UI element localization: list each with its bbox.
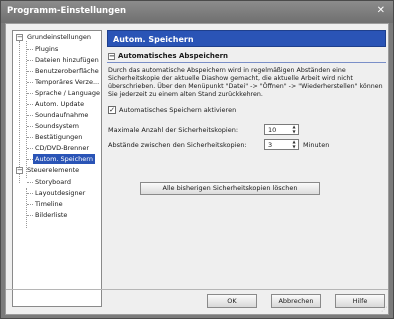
max-copies-value[interactable]: 10	[268, 126, 276, 134]
tree-item-cd-dvd-brenner[interactable]: CD/DVD-Brenner	[33, 143, 91, 153]
panel-header: Autom. Speichern	[107, 30, 386, 47]
tree-item-storyboard[interactable]: Storyboard	[33, 177, 73, 187]
help-button[interactable]: Hilfe	[335, 294, 385, 308]
interval-label: Abstände zwischen den Sicherheitskopien:	[108, 141, 247, 149]
spin-down-icon[interactable]: ▼	[290, 129, 298, 135]
interval-stepper[interactable]: 3 ▲ ▼	[264, 139, 299, 150]
max-copies-label: Maximale Anzahl der Sicherheitskopien:	[108, 126, 239, 134]
footer-divider	[6, 289, 388, 290]
tree-item-sprache[interactable]: Sprache / Language	[33, 88, 102, 98]
autosave-checkbox[interactable]: ✓	[108, 106, 116, 114]
tree-item-autom-update[interactable]: Autom. Update	[33, 99, 86, 109]
tree-item-temporaeres-verzeichnis[interactable]: Temporäres Verze...	[33, 77, 101, 87]
tree-group-steuerelemente[interactable]: Steuerelemente	[25, 165, 81, 175]
tree-group-grundeinstellungen[interactable]: Grundeinstellungen	[25, 32, 93, 42]
ok-button[interactable]: OK	[207, 294, 257, 308]
interval-unit: Minuten	[303, 141, 330, 149]
window-title: Programm-Einstellungen	[7, 6, 127, 16]
resize-grip-icon[interactable]: ⋰	[381, 306, 387, 313]
dialog-client: − Grundeinstellungen Plugins Dateien hin…	[5, 23, 389, 315]
autosave-checkbox-label[interactable]: Automatisches Speichern aktivieren	[119, 106, 236, 115]
max-copies-stepper[interactable]: 10 ▲ ▼	[264, 124, 299, 135]
title-bar[interactable]: Programm-Einstellungen ✕	[1, 1, 393, 23]
tree-item-timeline[interactable]: Timeline	[33, 199, 65, 209]
description-text: Durch das automatische Abspeichern wird …	[108, 67, 383, 98]
delete-backups-button[interactable]: Alle bisherigen Sicherheitskopien lösche…	[140, 182, 320, 195]
interval-value[interactable]: 3	[268, 141, 272, 149]
tree-item-benutzeroberflaeche[interactable]: Benutzeroberfläche	[33, 66, 101, 76]
tree-item-dateien-hinzufuegen[interactable]: Dateien hinzufügen	[33, 55, 101, 65]
section-title: Automatisches Abspeichern	[118, 52, 229, 60]
collapse-icon[interactable]: −	[108, 53, 115, 60]
tree-item-plugins[interactable]: Plugins	[33, 44, 60, 54]
spin-down-icon[interactable]: ▼	[290, 144, 298, 150]
tree-item-soundsystem[interactable]: Soundsystem	[33, 121, 81, 131]
tree-item-bestaetigungen[interactable]: Bestätigungen	[33, 132, 84, 142]
section-header[interactable]: − Automatisches Abspeichern	[107, 52, 386, 63]
tree-item-soundaufnahme[interactable]: Soundaufnahme	[33, 110, 90, 120]
collapse-icon[interactable]: −	[16, 167, 23, 174]
close-icon[interactable]: ✕	[377, 5, 385, 16]
tree-item-autom-speichern[interactable]: Autom. Speichern	[33, 154, 95, 164]
tree-item-bilderliste[interactable]: Bilderliste	[33, 210, 69, 220]
settings-window: Programm-Einstellungen ✕ − Grundeinstell…	[0, 0, 394, 319]
cancel-button[interactable]: Abbrechen	[271, 294, 321, 308]
tree-item-layoutdesigner[interactable]: Layoutdesigner	[33, 188, 87, 198]
collapse-icon[interactable]: −	[16, 34, 23, 41]
settings-tree[interactable]: − Grundeinstellungen Plugins Dateien hin…	[12, 30, 102, 307]
